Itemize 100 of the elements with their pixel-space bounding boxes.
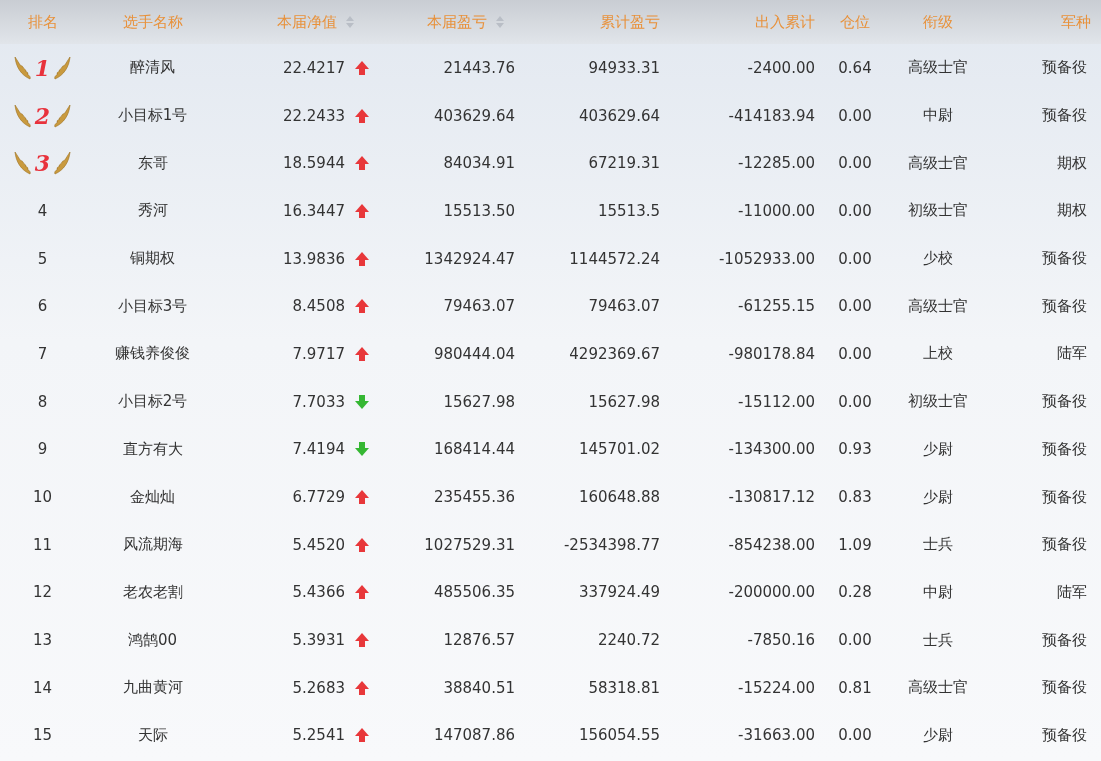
column-header: 选手名称 <box>122 12 183 32</box>
cash-flow-cell: -31663.00 <box>738 726 815 745</box>
rank-number: 15 <box>32 726 53 745</box>
rank-title-cell: 初级士官 <box>907 201 968 221</box>
column-header: 累计盈亏 <box>600 12 660 32</box>
position-cell: 0.00 <box>838 392 872 411</box>
cash-flow-cell: -12285.00 <box>738 154 815 173</box>
cash-flow-cell: -130817.12 <box>728 488 815 507</box>
net-value-cell: 22.4217 <box>282 58 345 77</box>
total-profit-cell: 4292369.67 <box>569 344 660 363</box>
player-name: 小目标1号 <box>117 106 188 126</box>
branch-cell: 预备役 <box>1042 58 1087 78</box>
column-header: 本届净值 <box>277 12 337 32</box>
net-value-cell: 6.7729 <box>292 488 345 507</box>
net-value-cell: 5.4520 <box>292 535 345 554</box>
rank-title-cell: 中尉 <box>922 582 953 602</box>
player-name: 小目标3号 <box>117 296 188 316</box>
position-cell: 0.00 <box>838 249 872 268</box>
cash-flow-cell: -854238.00 <box>728 535 815 554</box>
rank-title-cell: 少尉 <box>922 439 953 459</box>
player-name: 金灿灿 <box>130 487 175 507</box>
rank-title-cell: 中尉 <box>922 106 953 126</box>
position-cell: 0.00 <box>838 201 872 220</box>
position-cell: 0.00 <box>838 106 872 125</box>
branch-cell: 陆军 <box>1057 344 1087 364</box>
cash-flow-cell: -980178.84 <box>728 344 815 363</box>
branch-cell: 预备役 <box>1042 392 1087 412</box>
rank-title-cell: 少尉 <box>922 487 953 507</box>
column-header: 仓位 <box>840 12 870 32</box>
cash-flow-cell: -15224.00 <box>738 678 815 697</box>
net-value-cell: 5.4366 <box>292 583 345 602</box>
column-header: 排名 <box>27 12 58 32</box>
profit-cell: 980444.04 <box>433 344 515 363</box>
branch-cell: 预备役 <box>1042 439 1087 459</box>
rank-medal: 2 <box>12 102 73 129</box>
total-profit-cell: 15627.98 <box>588 392 660 411</box>
position-cell: 0.81 <box>838 678 872 697</box>
total-profit-cell: 337924.49 <box>578 583 660 602</box>
cash-flow-cell: -7850.16 <box>747 631 815 650</box>
player-name: 九曲黄河 <box>122 678 183 698</box>
branch-cell: 预备役 <box>1042 535 1087 555</box>
branch-cell: 陆军 <box>1057 582 1087 602</box>
rank-number: 9 <box>37 440 48 459</box>
position-cell: 0.00 <box>838 726 872 745</box>
position-cell: 0.00 <box>838 631 872 650</box>
profit-cell: 21443.76 <box>443 58 515 77</box>
total-profit-cell: 156054.55 <box>578 726 660 745</box>
rank-title-cell: 高级士官 <box>907 296 968 316</box>
position-cell: 0.00 <box>838 344 872 363</box>
net-value-cell: 8.4508 <box>292 297 345 316</box>
branch-cell: 预备役 <box>1042 106 1087 126</box>
player-name: 铜期权 <box>130 249 175 269</box>
profit-cell: 1027529.31 <box>424 535 515 554</box>
net-value-cell: 5.3931 <box>292 631 345 650</box>
wing-icon <box>52 102 73 129</box>
wing-icon <box>12 54 33 81</box>
column-header: 衔级 <box>922 12 953 32</box>
rank-number: 4 <box>37 201 48 220</box>
net-value-cell: 5.2541 <box>292 726 345 745</box>
branch-cell: 预备役 <box>1042 630 1087 650</box>
net-value-cell: 22.2433 <box>282 106 345 125</box>
rank-number: 13 <box>32 631 53 650</box>
profit-cell: 403629.64 <box>433 106 515 125</box>
cash-flow-cell: -1052933.00 <box>718 249 815 268</box>
wing-icon <box>52 54 73 81</box>
player-name: 醉清风 <box>130 58 175 78</box>
cash-flow-cell: -15112.00 <box>738 392 815 411</box>
rank-title-cell: 少尉 <box>922 725 953 745</box>
rank-number: 5 <box>37 249 48 268</box>
rank-title-cell: 高级士官 <box>907 58 968 78</box>
rank-number: 14 <box>32 678 53 697</box>
position-cell: 0.28 <box>838 583 872 602</box>
player-name: 风流期海 <box>122 535 183 555</box>
rank-title-cell: 高级士官 <box>907 678 968 698</box>
profit-cell: 235455.36 <box>433 488 515 507</box>
column-header: 军种 <box>1061 12 1091 32</box>
branch-cell: 期权 <box>1057 201 1087 221</box>
player-name: 小目标2号 <box>117 392 188 412</box>
rank-title-cell: 士兵 <box>922 535 953 555</box>
rank-title-cell: 初级士官 <box>907 392 968 412</box>
sort-icon[interactable] <box>495 15 505 29</box>
rank-title-cell: 少校 <box>922 249 953 269</box>
total-profit-cell: 58318.81 <box>588 678 660 697</box>
net-value-cell: 18.5944 <box>282 154 345 173</box>
position-cell: 0.00 <box>838 297 872 316</box>
position-cell: 1.09 <box>838 535 872 554</box>
rank-number: 11 <box>32 535 53 554</box>
branch-cell: 期权 <box>1057 153 1087 173</box>
column-header: 本届盈亏 <box>427 12 487 32</box>
net-value-cell: 5.2683 <box>292 678 345 697</box>
total-profit-cell: 94933.31 <box>588 58 660 77</box>
profit-cell: 84034.91 <box>443 154 515 173</box>
total-profit-cell: 79463.07 <box>588 297 660 316</box>
profit-cell: 15627.98 <box>443 392 515 411</box>
player-name: 赚钱养俊俊 <box>115 344 190 364</box>
sort-icon[interactable] <box>345 15 355 29</box>
player-name: 鸿鹄00 <box>127 630 178 650</box>
net-value-cell: 7.9717 <box>292 344 345 363</box>
rank-title-cell: 上校 <box>922 344 953 364</box>
rank-medal: 1 <box>12 54 73 81</box>
